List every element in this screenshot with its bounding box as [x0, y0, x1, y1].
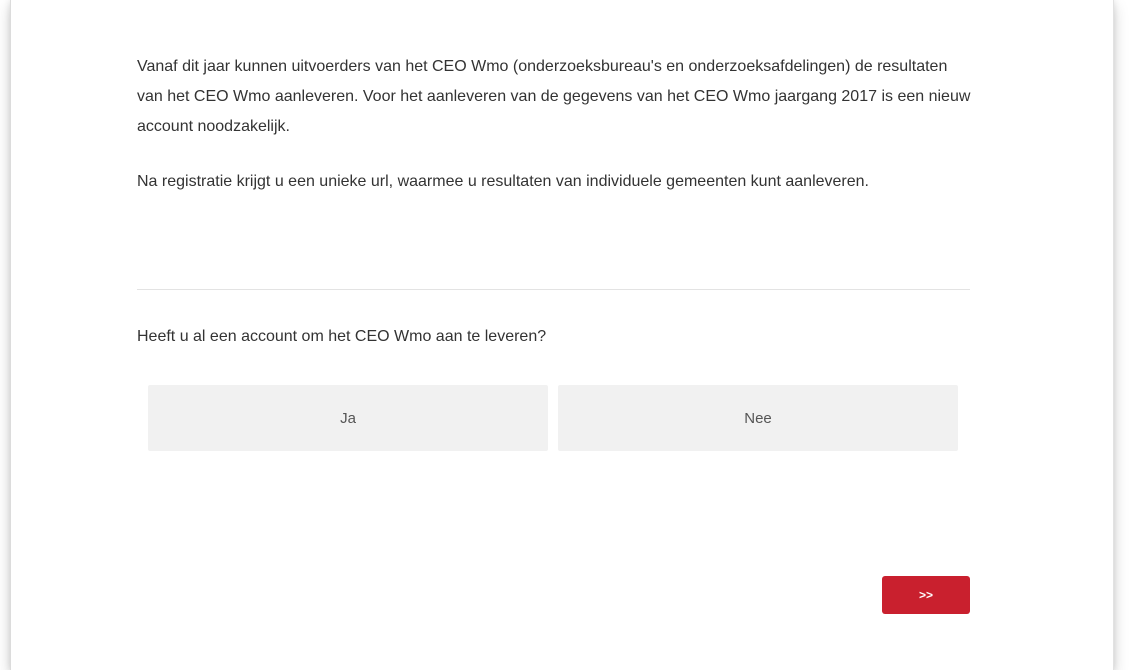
question-text: Heeft u al een account om het CEO Wmo aa… [137, 328, 547, 345]
next-button[interactable]: >> [882, 576, 970, 614]
survey-card: Vanaf dit jaar kunnen uitvoerders van he… [10, 0, 1114, 670]
intro-text: Vanaf dit jaar kunnen uitvoerders van he… [137, 52, 972, 197]
intro-paragraph-1: Vanaf dit jaar kunnen uitvoerders van he… [137, 58, 971, 135]
page: Vanaf dit jaar kunnen uitvoerders van he… [0, 0, 1130, 670]
divider [137, 289, 970, 290]
option-nee-button[interactable]: Nee [558, 385, 958, 451]
intro-section: Vanaf dit jaar kunnen uitvoerders van he… [137, 52, 972, 197]
intro-paragraph-2: Na registratie krijgt u een unieke url, … [137, 173, 869, 190]
option-ja-button[interactable]: Ja [148, 385, 548, 451]
